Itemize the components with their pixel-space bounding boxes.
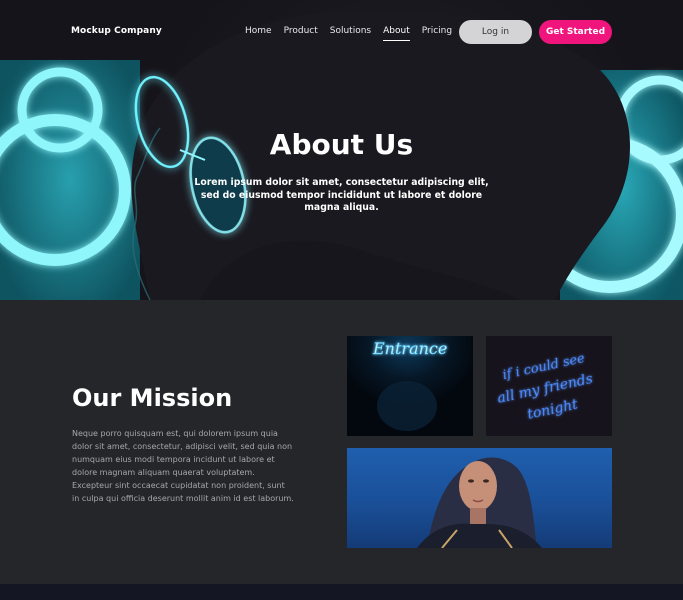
get-started-button[interactable]: Get Started <box>539 20 612 44</box>
hero-subtitle: Lorem ipsum dolor sit amet, consectetur … <box>194 177 489 213</box>
friends-neon-image: if i could see all my friends tonight <box>486 336 612 436</box>
woman-portrait-image <box>347 448 612 548</box>
nav-menu: Home Product Solutions About Pricing <box>245 26 464 41</box>
hero-title: About Us <box>269 128 414 161</box>
entrance-neon-image: Entrance <box>347 336 473 436</box>
nav-link-home[interactable]: Home <box>245 26 272 41</box>
friends-sign-line-3: tonight <box>526 397 580 423</box>
footer-strip <box>0 584 683 600</box>
entrance-sign-text: Entrance <box>372 339 447 358</box>
nav-link-solutions[interactable]: Solutions <box>330 26 371 41</box>
login-button[interactable]: Log in <box>459 20 532 44</box>
nav-link-about[interactable]: About <box>383 26 410 41</box>
brand-logo[interactable]: Mockup Company <box>71 26 162 36</box>
nav-link-product[interactable]: Product <box>284 26 318 41</box>
mission-title: Our Mission <box>72 384 233 412</box>
nav-link-pricing[interactable]: Pricing <box>422 26 452 41</box>
mission-body: Neque porro quisquam est, qui dolorem ip… <box>72 429 294 503</box>
top-navbar: Mockup Company Home Product Solutions Ab… <box>0 0 683 64</box>
hero-section: Mockup Company Home Product Solutions Ab… <box>0 0 683 300</box>
mission-section: Our Mission Neque porro quisquam est, qu… <box>0 300 683 584</box>
